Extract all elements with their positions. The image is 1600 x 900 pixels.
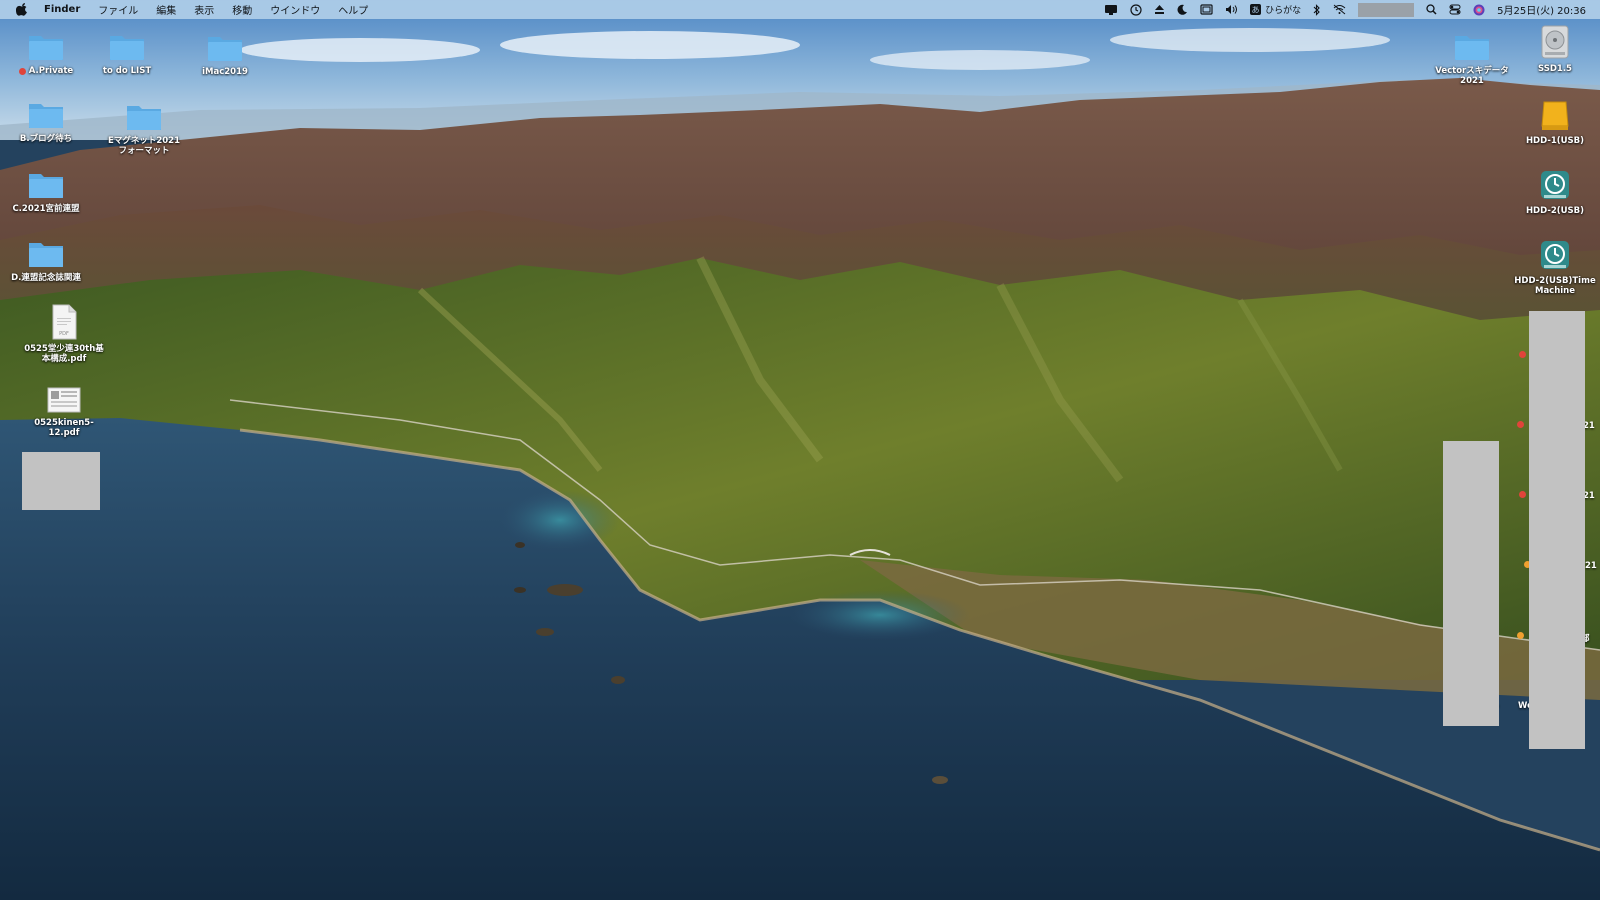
drive-hdd2-usb[interactable]: HDD-2(USB) — [1507, 166, 1600, 216]
siri-icon[interactable] — [1473, 0, 1485, 19]
apple-icon[interactable] — [16, 3, 30, 16]
redacted-desktop-item — [22, 452, 100, 510]
folder-e-magnet[interactable]: Eマグネット2021フォーマット — [96, 96, 192, 156]
folder-b-blog[interactable]: B.ブログ待ち — [0, 94, 94, 144]
orange-tag-dot — [1517, 632, 1524, 639]
volume-icon[interactable] — [1225, 0, 1238, 19]
folder-icon — [108, 26, 146, 62]
hidden-label-fragment: 21 — [1585, 561, 1597, 571]
menu-window[interactable]: ウインドウ — [270, 2, 320, 17]
icon-label: B.ブログ待ち — [19, 134, 73, 144]
folder-vector-data-2021[interactable]: Vectorスキデータ2021 — [1424, 26, 1520, 86]
menu-help[interactable]: ヘルプ — [338, 2, 368, 17]
ime-label: ひらがな — [1265, 6, 1302, 16]
time-machine-drive-icon — [1538, 236, 1572, 272]
svg-text:PDF: PDF — [59, 331, 69, 337]
eject-icon[interactable] — [1154, 0, 1165, 19]
wifi-off-icon[interactable] — [1333, 0, 1346, 19]
internal-drive-icon — [1539, 24, 1571, 60]
folder-todo-list[interactable]: to do LIST — [79, 26, 175, 76]
file-0525kinen-pdf[interactable]: 0525kinen5-12.pdf — [16, 378, 112, 438]
icon-label: HDD-2(USB)Time Machine — [1514, 276, 1596, 296]
folder-c-2021[interactable]: C.2021宮前連盟 — [0, 164, 94, 214]
drive-ssd15[interactable]: SSD1.5 — [1507, 24, 1600, 74]
folder-d-renmei[interactable]: D.連盟記念誌関連 — [0, 233, 94, 283]
folder-imac2019[interactable]: iMac2019 — [177, 27, 273, 77]
folder-icon — [206, 27, 244, 63]
red-tag-dot — [1519, 351, 1526, 358]
app-name[interactable]: Finder — [44, 4, 80, 15]
folder-icon — [27, 164, 65, 200]
redacted-desktop-column — [1529, 311, 1585, 749]
folder-icon — [125, 96, 163, 132]
icon-label: Vectorスキデータ2021 — [1435, 66, 1509, 86]
menu-go[interactable]: 移動 — [232, 2, 252, 17]
drive-hdd2-time-machine[interactable]: HDD-2(USB)Time Machine — [1507, 236, 1600, 296]
moon-icon[interactable] — [1177, 0, 1188, 19]
time-machine-drive-icon — [1538, 166, 1572, 202]
desktop-wallpaper — [0, 0, 1600, 900]
folder-icon — [27, 26, 65, 62]
input-source-icon[interactable]: あ ひらがな — [1250, 0, 1301, 19]
search-icon[interactable] — [1426, 0, 1437, 19]
icon-label: D.連盟記念誌関連 — [11, 273, 81, 283]
icon-label: A.Private — [28, 66, 74, 76]
redacted-status-item — [1358, 2, 1415, 17]
red-tag-dot — [18, 67, 26, 75]
red-tag-dot — [1517, 421, 1524, 428]
control-center-icon[interactable] — [1449, 0, 1461, 19]
icon-label: C.2021宮前連盟 — [12, 204, 80, 214]
status-area: あ ひらがな 5月25日(火) 20:36 — [1104, 0, 1600, 19]
icon-label: HDD-2(USB) — [1525, 206, 1585, 216]
icon-label: 0525堂少連30th基本構成.pdf — [24, 344, 104, 364]
icon-label: SSD1.5 — [1538, 64, 1572, 74]
icon-label: 0525kinen5-12.pdf — [34, 418, 94, 438]
icon-label: iMac2019 — [202, 67, 248, 77]
menu-file[interactable]: ファイル — [98, 2, 138, 17]
icon-label: Eマグネット2021フォーマット — [108, 136, 180, 156]
time-machine-icon[interactable] — [1130, 0, 1142, 19]
menu-view[interactable]: 表示 — [194, 2, 214, 17]
external-drive-icon — [1539, 96, 1571, 132]
svg-text:あ: あ — [1252, 6, 1260, 15]
icon-label: to do LIST — [102, 66, 152, 76]
menu-bar: Finder ファイル 編集 表示 移動 ウインドウ ヘルプ あ ひらがな 5月… — [0, 0, 1600, 19]
icon-label: HDD-1(USB) — [1525, 136, 1585, 146]
bluetooth-icon[interactable] — [1313, 0, 1321, 19]
folder-icon — [27, 94, 65, 130]
menubar-clock[interactable]: 5月25日(火) 20:36 — [1497, 2, 1586, 17]
window-icon[interactable] — [1200, 0, 1213, 19]
menu-edit[interactable]: 編集 — [156, 2, 176, 17]
pdf-thumbnail-icon — [47, 378, 81, 414]
file-0525-pdf[interactable]: PDF 0525堂少連30th基本構成.pdf — [16, 304, 112, 364]
drive-hdd1-usb[interactable]: HDD-1(USB) — [1507, 96, 1600, 146]
red-tag-dot — [1519, 491, 1526, 498]
pdf-document-icon: PDF — [50, 304, 78, 340]
folder-icon — [1453, 26, 1491, 62]
folder-icon — [27, 233, 65, 269]
screen-mirror-icon[interactable] — [1104, 0, 1118, 19]
redacted-desktop-column — [1443, 441, 1499, 726]
